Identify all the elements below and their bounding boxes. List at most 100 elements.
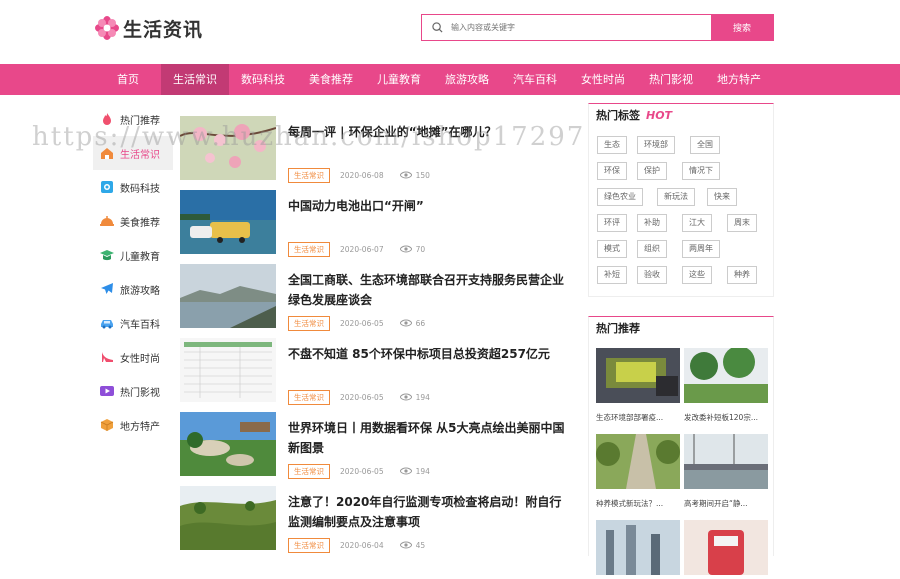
search-box[interactable] <box>422 15 711 40</box>
view-count: 66 <box>415 318 426 328</box>
nav-item-food[interactable]: 美食推荐 <box>297 64 365 95</box>
box-icon <box>100 419 114 431</box>
recommend-thumbnail[interactable] <box>684 346 768 403</box>
tag-item[interactable]: 这些 <box>682 266 712 284</box>
tag-item[interactable]: 生态 <box>597 136 627 154</box>
sidebar-item-specialty[interactable]: 地方特产 <box>93 408 173 442</box>
article-thumbnail[interactable] <box>180 264 276 328</box>
category-badge[interactable]: 生活常识 <box>288 463 330 479</box>
tag-item[interactable]: 江大 <box>682 214 712 232</box>
sidebar-item-life-tips[interactable]: 生活常识 <box>93 136 173 170</box>
tag-item[interactable]: 补短 <box>597 266 627 284</box>
recommend-thumbnail[interactable] <box>596 434 680 489</box>
tag-item[interactable]: 绿色农业 <box>597 188 643 206</box>
article-thumbnail[interactable] <box>180 486 276 550</box>
article-title[interactable]: 每周一评 | 环保企业的“地摊”在哪儿？ <box>288 122 573 142</box>
tag-item[interactable]: 保护 <box>637 162 667 180</box>
tag-item[interactable]: 模式 <box>597 240 627 258</box>
hot-tags-title: 热门标签 HOT <box>589 104 773 128</box>
tag-item[interactable]: 周末 <box>727 214 757 232</box>
eye-icon <box>399 319 412 327</box>
tag-item[interactable]: 情况下 <box>682 162 720 180</box>
tag-item[interactable]: 新玩法 <box>657 188 695 206</box>
tag-item[interactable]: 快来 <box>707 188 737 206</box>
article-title[interactable]: 注意了！2020年自行监测专项检查将启动！附自行监测编制要点及注意事项 <box>288 492 573 532</box>
article-item[interactable]: 不盘不知道 85个环保中标项目总投资超257亿元 生活常识 2020-06-05… <box>180 338 575 405</box>
eye-icon <box>399 171 412 179</box>
article-item[interactable]: 全国工商联、生态环境部联合召开支持服务民营企业绿色发展座谈会 生活常识 2020… <box>180 264 575 331</box>
nav-item-women-fashion[interactable]: 女性时尚 <box>569 64 637 95</box>
nav-item-cars[interactable]: 汽车百科 <box>501 64 569 95</box>
recommend-thumbnail[interactable] <box>596 520 680 575</box>
nav-item-home[interactable]: 首页 <box>94 64 162 95</box>
sidebar-item-label: 儿童教育 <box>120 251 160 263</box>
sidebar-item-digital[interactable]: 数码科技 <box>93 170 173 204</box>
sidebar-item-food[interactable]: 美食推荐 <box>93 204 173 238</box>
tag-item[interactable]: 补助 <box>637 214 667 232</box>
article-item[interactable]: 世界环境日丨用数据看环保 从5大亮点绘出美丽中国新图景 生活常识 2020-06… <box>180 412 575 479</box>
tag-item[interactable]: 种养 <box>727 266 757 284</box>
article-meta: 生活常识 2020-06-05 66 <box>288 315 426 331</box>
search-button[interactable]: 搜索 <box>711 15 773 40</box>
article-item[interactable]: 每周一评 | 环保企业的“地摊”在哪儿？ 生活常识 2020-06-08 150 <box>180 116 575 183</box>
article-title[interactable]: 中国动力电池出口“开闸” <box>288 196 573 216</box>
recommend-thumbnail[interactable] <box>596 348 680 403</box>
view-count: 45 <box>415 540 426 550</box>
tag-item[interactable]: 验收 <box>637 266 667 284</box>
article-thumbnail[interactable] <box>180 116 276 180</box>
recommend-thumbnail[interactable] <box>684 520 768 575</box>
nav-item-movies[interactable]: 热门影视 <box>637 64 705 95</box>
tag-item[interactable]: 全国 <box>690 136 720 154</box>
search-input[interactable] <box>451 23 691 32</box>
tag-item[interactable]: 组织 <box>637 240 667 258</box>
article-date: 2020-06-05 <box>340 392 384 402</box>
article-thumbnail[interactable] <box>180 190 276 254</box>
article-meta: 生活常识 2020-06-04 45 <box>288 537 426 553</box>
nav-item-local-specialty[interactable]: 地方特产 <box>705 64 773 95</box>
sidebar-item-education[interactable]: 儿童教育 <box>93 238 173 272</box>
tag-item[interactable]: 环评 <box>597 214 627 232</box>
eye-icon <box>399 245 412 253</box>
recommend-item[interactable]: 生态环境部部署疫... <box>596 348 680 423</box>
recommend-thumbnail[interactable] <box>684 434 768 489</box>
article-title[interactable]: 全国工商联、生态环境部联合召开支持服务民营企业绿色发展座谈会 <box>288 270 573 310</box>
nav-item-digital-tech[interactable]: 数码科技 <box>229 64 297 95</box>
sidebar-item-label: 旅游攻略 <box>120 285 160 297</box>
article-item[interactable]: 中国动力电池出口“开闸” 生活常识 2020-06-07 70 <box>180 190 575 257</box>
recommend-item[interactable]: 发改委补短板120宗... <box>684 346 768 423</box>
category-badge[interactable]: 生活常识 <box>288 389 330 405</box>
nav-item-travel[interactable]: 旅游攻略 <box>433 64 501 95</box>
nav-item-life-tips[interactable]: 生活常识 <box>161 64 229 95</box>
recommend-item[interactable] <box>684 520 768 579</box>
site-logo[interactable]: 生活资讯 <box>95 14 203 42</box>
sidebar-item-fashion[interactable]: 女性时尚 <box>93 340 173 374</box>
article-thumbnail[interactable] <box>180 338 276 402</box>
recommend-caption[interactable]: 发改委补短板120宗... <box>684 412 768 423</box>
sidebar-item-cars[interactable]: 汽车百科 <box>93 306 173 340</box>
article-item[interactable]: 注意了！2020年自行监测专项检查将启动！附自行监测编制要点及注意事项 生活常识… <box>180 486 575 553</box>
sidebar-item-hot[interactable]: 热门推荐 <box>93 102 173 136</box>
recommend-item[interactable] <box>596 520 680 579</box>
category-badge[interactable]: 生活常识 <box>288 167 330 183</box>
sidebar-item-travel[interactable]: 旅游攻略 <box>93 272 173 306</box>
tag-item[interactable]: 两周年 <box>682 240 720 258</box>
article-date: 2020-06-05 <box>340 466 384 476</box>
sidebar-item-movies[interactable]: 热门影视 <box>93 374 173 408</box>
recommend-caption[interactable]: 高考期间开启“静... <box>684 498 768 509</box>
recommend-caption[interactable]: 种养模式新玩法？... <box>596 498 680 509</box>
tag-item[interactable]: 环境部 <box>637 136 675 154</box>
article-title[interactable]: 不盘不知道 85个环保中标项目总投资超257亿元 <box>288 344 573 364</box>
article-thumbnail[interactable] <box>180 412 276 476</box>
tag-item[interactable]: 环保 <box>597 162 627 180</box>
category-badge[interactable]: 生活常识 <box>288 315 330 331</box>
hot-label: HOT <box>646 109 673 122</box>
hot-tags-panel: 热门标签 HOT 生态 环境部 全国 环保 保护 情况下 绿色农业 新玩法 快来 … <box>588 103 774 297</box>
category-badge[interactable]: 生活常识 <box>288 241 330 257</box>
category-badge[interactable]: 生活常识 <box>288 537 330 553</box>
recommend-item[interactable]: 高考期间开启“静... <box>684 434 768 509</box>
recommend-caption[interactable]: 生态环境部部署疫... <box>596 412 680 423</box>
home-icon <box>101 148 113 159</box>
recommend-item[interactable]: 种养模式新玩法？... <box>596 434 680 509</box>
nav-item-children-education[interactable]: 儿童教育 <box>365 64 433 95</box>
article-title[interactable]: 世界环境日丨用数据看环保 从5大亮点绘出美丽中国新图景 <box>288 418 573 458</box>
